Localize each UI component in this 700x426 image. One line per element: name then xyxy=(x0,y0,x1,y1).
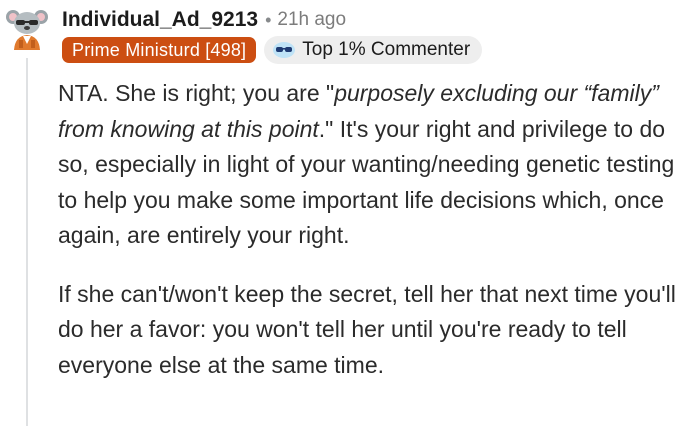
user-flair: Prime Ministurd [498] xyxy=(62,37,257,63)
top-commenter-badge[interactable]: Top 1% Commenter xyxy=(264,36,483,64)
avatar[interactable] xyxy=(4,6,50,52)
top-commenter-label: Top 1% Commenter xyxy=(302,39,471,60)
comment-paragraph-1: NTA. She is right; you are "purposely ex… xyxy=(58,76,694,254)
comment-body: NTA. She is right; you are "purposely ex… xyxy=(58,76,694,383)
comment-header: Individual_Ad_9213 • 21h ago xyxy=(62,6,346,34)
badge-row: Prime Ministurd [498] Top 1% Commenter xyxy=(62,36,483,64)
thread-line[interactable] xyxy=(26,58,28,426)
comment-paragraph-2: If she can't/won't keep the secret, tell… xyxy=(58,280,676,378)
separator-dot: • xyxy=(265,9,272,30)
paragraph-1-text-a: NTA. She is right; you are " xyxy=(58,80,335,106)
username-link[interactable]: Individual_Ad_9213 xyxy=(62,8,258,32)
sunglasses-icon xyxy=(273,42,296,58)
timestamp: 21h ago xyxy=(277,9,347,30)
snoo-avatar-icon xyxy=(6,10,48,50)
